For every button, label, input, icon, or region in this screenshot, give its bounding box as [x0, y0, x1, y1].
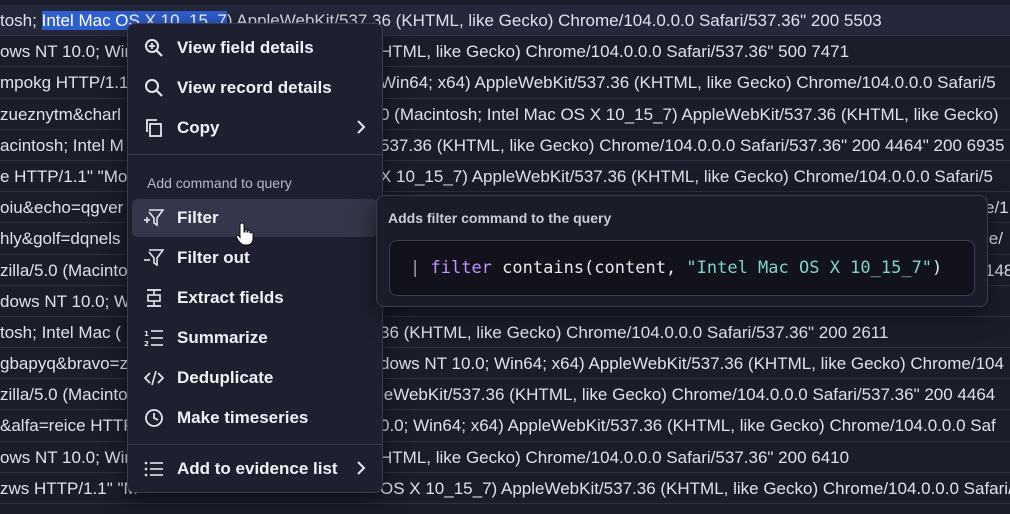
log-cell-text: leWebKit/537.36 (KHTML, like Gecko) Chro… — [380, 385, 996, 405]
menu-item-make-timeseries[interactable]: Make timeseries — [132, 399, 378, 437]
menu-item-label: Make timeseries — [177, 408, 309, 427]
menu-item-add-to-evidence-list[interactable]: Add to evidence list — [132, 450, 378, 488]
menu-divider — [128, 154, 382, 155]
menu-item-deduplicate[interactable]: Deduplicate — [132, 359, 378, 397]
menu-item-label: View record details — [177, 78, 332, 97]
chevron-right-icon — [357, 120, 366, 134]
log-cell-text: 537.36 (KHTML, like Gecko) Chrome/104.0.… — [380, 135, 1005, 155]
menu-item-label: Filter out — [177, 248, 250, 267]
filter-plus-icon — [144, 209, 164, 227]
menu-item-label: Extract fields — [177, 288, 284, 307]
code-string: "Intel Mac OS X 10_15_7" — [686, 258, 933, 278]
menu-item-label: Deduplicate — [177, 368, 274, 387]
log-cell-text: 148 — [985, 260, 1010, 280]
log-cell-text: 36 (KHTML, like Gecko) Chrome/104.0.0.0 … — [380, 322, 889, 342]
svg-text:1: 1 — [144, 330, 149, 338]
log-cell-text: 0 (Macintosh; Intel Mac OS X 10_15_7) Ap… — [380, 104, 999, 124]
list-icon — [144, 461, 163, 477]
code-icon — [144, 370, 164, 386]
menu-item-copy[interactable]: Copy — [132, 109, 378, 147]
log-cell-text: zueznytm&charl — [0, 104, 121, 124]
menu-item-filter-out[interactable]: Filter out — [132, 239, 378, 277]
tooltip-title: Adds filter command to the query — [388, 210, 612, 226]
svg-text:2: 2 — [144, 340, 149, 348]
log-cell-text: tosh; — [0, 11, 42, 30]
log-cell-text: tosh; Intel Mac ( — [0, 322, 121, 342]
log-cell-text: &alfa=reice HTTF — [0, 416, 134, 436]
log-cell-text: e HTTP/1.1" "Moz — [0, 166, 136, 186]
filter-minus-icon — [144, 249, 164, 267]
log-cell-text: oiu&echo=qgver — [0, 198, 124, 218]
log-cell-text: Win64; x64) AppleWebKit/537.36 (KHTML, l… — [380, 73, 996, 93]
code-keyword: filter — [430, 258, 492, 278]
query-code-preview: | filter contains(content, "Intel Mac OS… — [389, 240, 975, 296]
menu-divider — [128, 444, 382, 445]
context-menu: View field details View record details C… — [127, 23, 383, 493]
log-cell-text: X 10_15_7) AppleWebKit/537.36 (KHTML, li… — [380, 166, 993, 186]
extract-icon — [147, 289, 161, 307]
log-cell-text: dows NT 10.0; Win64; x64) AppleWebKit/53… — [380, 354, 1004, 374]
log-cell-text: OS X 10_15_7) AppleWebKit/537.36 (KHTML,… — [380, 478, 1010, 498]
clock-icon — [145, 409, 163, 427]
log-cell-text: 0.0; Win64; x64) AppleWebKit/537.36 (KHT… — [380, 416, 996, 436]
command-preview-tooltip: Adds filter command to the query | filte… — [376, 195, 988, 307]
menu-item-label: View field details — [177, 38, 314, 57]
menu-item-view-field-details[interactable]: View field details — [132, 29, 378, 67]
zoom-in-icon — [145, 39, 163, 57]
menu-item-summarize[interactable]: 12 Summarize — [132, 319, 378, 357]
menu-item-label: Add to evidence list — [177, 459, 338, 478]
search-icon — [145, 79, 163, 97]
log-cell-text: HTML, like Gecko) Chrome/104.0.0.0 Safar… — [380, 42, 850, 62]
numbered-list-icon: 12 — [144, 330, 163, 348]
log-cell-text: ows NT 10.0; Win — [0, 447, 134, 467]
menu-item-extract-fields[interactable]: Extract fields — [132, 279, 378, 317]
code-function: contains(content, — [502, 258, 687, 278]
menu-item-label: Copy — [177, 118, 220, 137]
log-cell-text: acintosh; Intel M — [0, 135, 124, 155]
menu-section-label: Add command to query — [147, 175, 292, 191]
log-cell-text: dows NT 10.0; Wi — [0, 291, 134, 311]
code-pipe: | — [410, 258, 421, 278]
menu-item-filter[interactable]: Filter — [132, 199, 378, 237]
log-cell-text: zilla/5.0 (Macinto — [0, 385, 128, 405]
log-cell-text: gbapyq&bravo=z — [0, 354, 129, 374]
log-cell-text: mpokg HTTP/1.1 — [0, 73, 129, 93]
menu-item-label: Filter — [177, 208, 219, 227]
menu-item-view-record-details[interactable]: View record details — [132, 69, 378, 107]
chevron-right-icon — [357, 461, 366, 475]
log-cell-text: zws HTTP/1.1" "M — [0, 478, 138, 498]
code-close-paren: ) — [932, 258, 943, 278]
copy-icon — [146, 119, 162, 137]
log-cell-text: zilla/5.0 (Macinto — [0, 260, 128, 280]
log-cell-text: HTML, like Gecko) Chrome/104.0.0.0 Safar… — [380, 447, 850, 467]
log-cell-text: hly&golf=dqnels — [0, 229, 121, 249]
log-cell-text: e/1 — [985, 198, 1009, 218]
menu-item-label: Summarize — [177, 328, 268, 347]
log-cell-text: ows NT 10.0; Win — [0, 42, 134, 62]
hand-pointer-icon — [236, 222, 254, 246]
